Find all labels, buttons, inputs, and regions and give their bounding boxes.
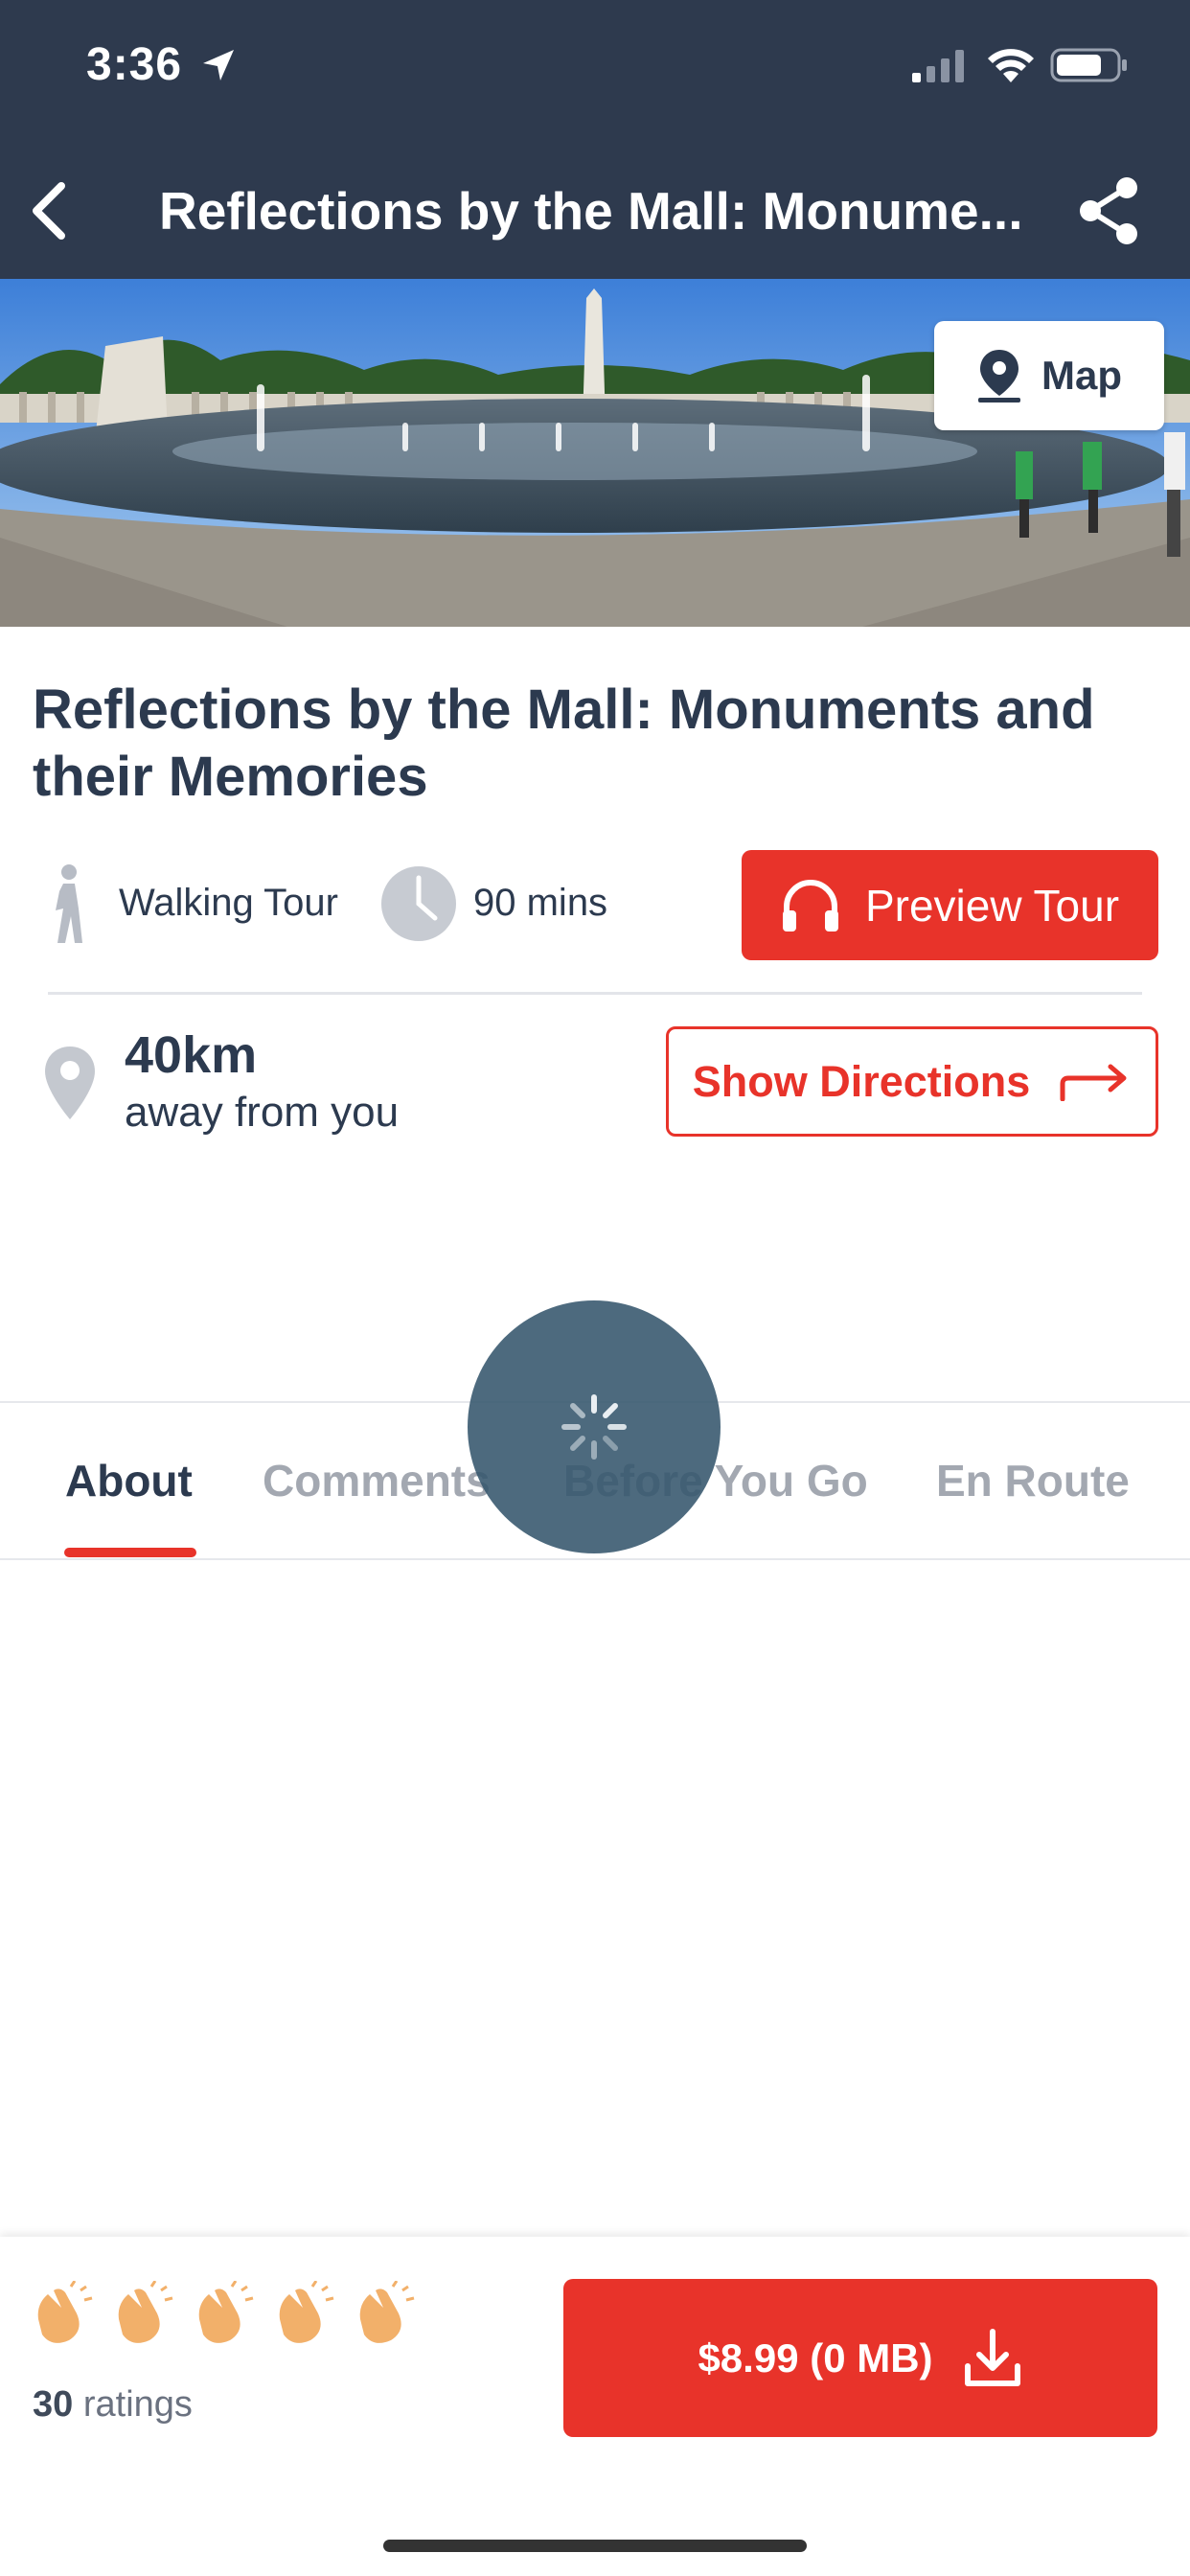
spinner-icon (561, 1394, 627, 1460)
top-bar: 3:36 Reflections by the Mall: Monume... (0, 0, 1190, 279)
buy-download-button[interactable]: $8.99 (0 MB) (563, 2279, 1157, 2437)
location-arrow-icon (203, 50, 234, 80)
cellular-signal-icon (912, 50, 964, 82)
clap-icon (279, 2281, 334, 2343)
clap-icon (118, 2281, 173, 2343)
loading-spinner (468, 1300, 721, 1553)
ratings-label: ratings (82, 2384, 193, 2425)
rating-claps (29, 2281, 418, 2358)
wifi-icon (988, 49, 1034, 82)
turn-right-arrow-icon (1060, 1064, 1127, 1101)
share-icon[interactable] (1073, 174, 1146, 247)
clock-icon (381, 866, 456, 941)
clap-icon (359, 2281, 415, 2343)
clap-icon (198, 2281, 254, 2343)
distance-value: 40km (125, 1026, 258, 1084)
map-pin-icon (978, 350, 1020, 402)
battery-icon (1050, 48, 1127, 82)
ratings-number: 30 (33, 2384, 74, 2425)
preview-tour-label: Preview Tour (864, 880, 1120, 931)
preview-tour-button[interactable]: Preview Tour (742, 850, 1158, 960)
tour-type-label: Walking Tour (119, 882, 338, 924)
tab-en-route[interactable]: En Route (936, 1455, 1130, 1506)
divider (48, 992, 1142, 995)
tabs-divider-bottom (0, 1558, 1190, 1560)
status-time: 3:36 (86, 39, 183, 90)
walking-person-icon (56, 864, 82, 943)
ratings-count[interactable]: 30 ratings (33, 2384, 193, 2426)
tab-comments[interactable]: Comments (263, 1455, 491, 1506)
home-indicator[interactable] (383, 2540, 807, 2552)
location-pin-icon (45, 1046, 95, 1119)
tour-title: Reflections by the Mall: Monuments and t… (33, 678, 1095, 808)
show-directions-label: Show Directions (692, 1056, 1031, 1106)
tour-duration-label: 90 mins (473, 882, 608, 924)
tab-about[interactable]: About (65, 1455, 193, 1506)
map-button[interactable]: Map (934, 321, 1164, 430)
distance-caption: away from you (125, 1089, 400, 1136)
download-icon (964, 2328, 1020, 2386)
map-button-label: Map (1041, 353, 1122, 398)
clap-icon (37, 2281, 93, 2343)
buy-label: $8.99 (0 MB) (698, 2334, 933, 2380)
back-chevron-icon[interactable] (21, 172, 79, 249)
active-tab-indicator (64, 1548, 196, 1557)
nav-title: Reflections by the Mall: Monume... (159, 181, 1023, 241)
headphones-icon (782, 879, 838, 932)
show-directions-button[interactable]: Show Directions (666, 1026, 1158, 1137)
